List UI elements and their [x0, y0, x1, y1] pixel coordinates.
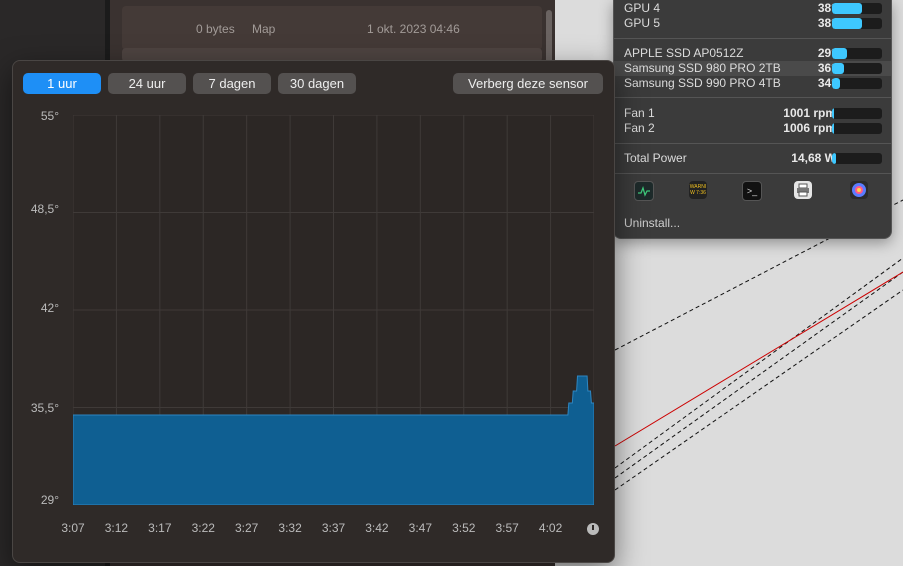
- console-icon[interactable]: WARNI W 7:36: [689, 181, 707, 199]
- sensor-value: 14,68 W: [791, 151, 836, 165]
- menu-separator: [614, 38, 891, 39]
- file-kind: Map: [252, 22, 276, 36]
- sensor-menu: GPU 4 38° GPU 5 38° APPLE SSD AP0512Z 29° Sams…: [613, 0, 892, 239]
- sensor-value: 1006 rpm: [783, 121, 836, 135]
- y-tick-label: 55°: [40, 109, 59, 123]
- x-tick-label: 3:42: [365, 521, 389, 535]
- sensor-level-fill: [832, 108, 834, 119]
- menu-sensor-row[interactable]: Total Power 14,68 W: [624, 151, 882, 166]
- app-shortcuts: WARNI W 7:36 >_: [614, 179, 891, 203]
- sensor-level-bar: [832, 123, 882, 134]
- x-tick-label: 3:27: [234, 521, 259, 535]
- menu-separator: [614, 97, 891, 98]
- sensor-level-bar: [832, 153, 882, 164]
- x-tick-label: 3:32: [278, 521, 302, 535]
- x-tick-label: 3:07: [61, 521, 85, 535]
- sensor-level-fill: [832, 3, 862, 14]
- dashed-line: [614, 271, 903, 479]
- terminal-icon[interactable]: >_: [742, 181, 762, 201]
- x-tick-label: 3:47: [408, 521, 432, 535]
- sensor-level-bar: [832, 78, 882, 89]
- dashed-line: [614, 257, 903, 469]
- x-tick-label: 4:02: [538, 521, 563, 535]
- x-tick-label: 3:37: [321, 521, 346, 535]
- sensor-label: APPLE SSD AP0512Z: [624, 46, 744, 60]
- sensor-label: Samsung SSD 980 PRO 2TB: [624, 61, 781, 75]
- sensor-level-bar: [832, 3, 882, 14]
- system-info-icon[interactable]: [850, 181, 868, 199]
- sensor-label: Samsung SSD 990 PRO 4TB: [624, 76, 781, 90]
- menu-sensor-row[interactable]: Samsung SSD 990 PRO 4TB 34°: [624, 76, 882, 91]
- sensor-history-window: 1 uur 24 uur 7 dagen 30 dagen Verberg de…: [12, 60, 615, 563]
- hide-sensor-button[interactable]: Verberg deze sensor: [453, 73, 603, 94]
- file-size: 0 bytes: [196, 22, 235, 36]
- dashed-line: [614, 289, 903, 491]
- sensor-level-bar: [832, 18, 882, 29]
- red-line: [614, 271, 903, 447]
- file-row[interactable]: 0 bytes Map 1 okt. 2023 04:46: [122, 6, 542, 50]
- x-tick-label: 3:17: [148, 521, 172, 535]
- y-tick-label: 29°: [40, 493, 59, 507]
- printer-icon[interactable]: [794, 181, 812, 199]
- menu-sensor-row[interactable]: Fan 1 1001 rpm: [624, 106, 882, 121]
- x-tick-label: 3:57: [495, 521, 519, 535]
- menu-sensor-row[interactable]: GPU 5 38°: [624, 16, 882, 31]
- temperature-chart: [73, 115, 594, 505]
- sensor-level-fill: [832, 123, 834, 134]
- range-24-hours[interactable]: 24 uur: [108, 73, 186, 94]
- sensor-level-fill: [832, 48, 847, 59]
- menu-separator: [614, 143, 891, 144]
- menu-separator: [614, 173, 891, 174]
- sensor-level-fill: [832, 153, 836, 164]
- sensor-value: 1001 rpm: [783, 106, 836, 120]
- sensor-label: Fan 2: [624, 121, 655, 135]
- sensor-level-bar: [832, 108, 882, 119]
- sensor-level-bar: [832, 63, 882, 74]
- sensor-level-bar: [832, 48, 882, 59]
- menu-sensor-row[interactable]: Samsung SSD 980 PRO 2TB 36°: [624, 61, 882, 76]
- uninstall-menu-item[interactable]: Uninstall...: [624, 216, 680, 230]
- x-tick-label: 3:22: [191, 521, 215, 535]
- sensor-label: Fan 1: [624, 106, 655, 120]
- range-7-days[interactable]: 7 dagen: [193, 73, 271, 94]
- activity-monitor-icon[interactable]: [634, 181, 654, 201]
- sensor-label: Total Power: [624, 151, 687, 165]
- menu-sensor-row[interactable]: APPLE SSD AP0512Z 29°: [624, 46, 882, 61]
- sensor-label: GPU 4: [624, 1, 661, 15]
- range-30-days[interactable]: 30 dagen: [278, 73, 356, 94]
- x-tick-label: 3:12: [104, 521, 129, 535]
- clock-icon[interactable]: [587, 523, 599, 535]
- y-tick-label: 42°: [40, 301, 59, 315]
- sensor-label: GPU 5: [624, 16, 661, 30]
- menu-sensor-row[interactable]: Fan 2 1006 rpm: [624, 121, 882, 136]
- sensor-level-fill: [832, 63, 844, 74]
- y-tick-label: 35,5°: [30, 401, 59, 415]
- menu-sensor-row[interactable]: GPU 4 38°: [624, 1, 882, 16]
- y-tick-label: 48,5°: [30, 202, 59, 216]
- sensor-level-fill: [832, 78, 840, 89]
- sensor-level-fill: [832, 18, 862, 29]
- file-date: 1 okt. 2023 04:46: [367, 22, 460, 36]
- x-tick-label: 3:52: [452, 521, 476, 535]
- range-1-hour[interactable]: 1 uur: [23, 73, 101, 94]
